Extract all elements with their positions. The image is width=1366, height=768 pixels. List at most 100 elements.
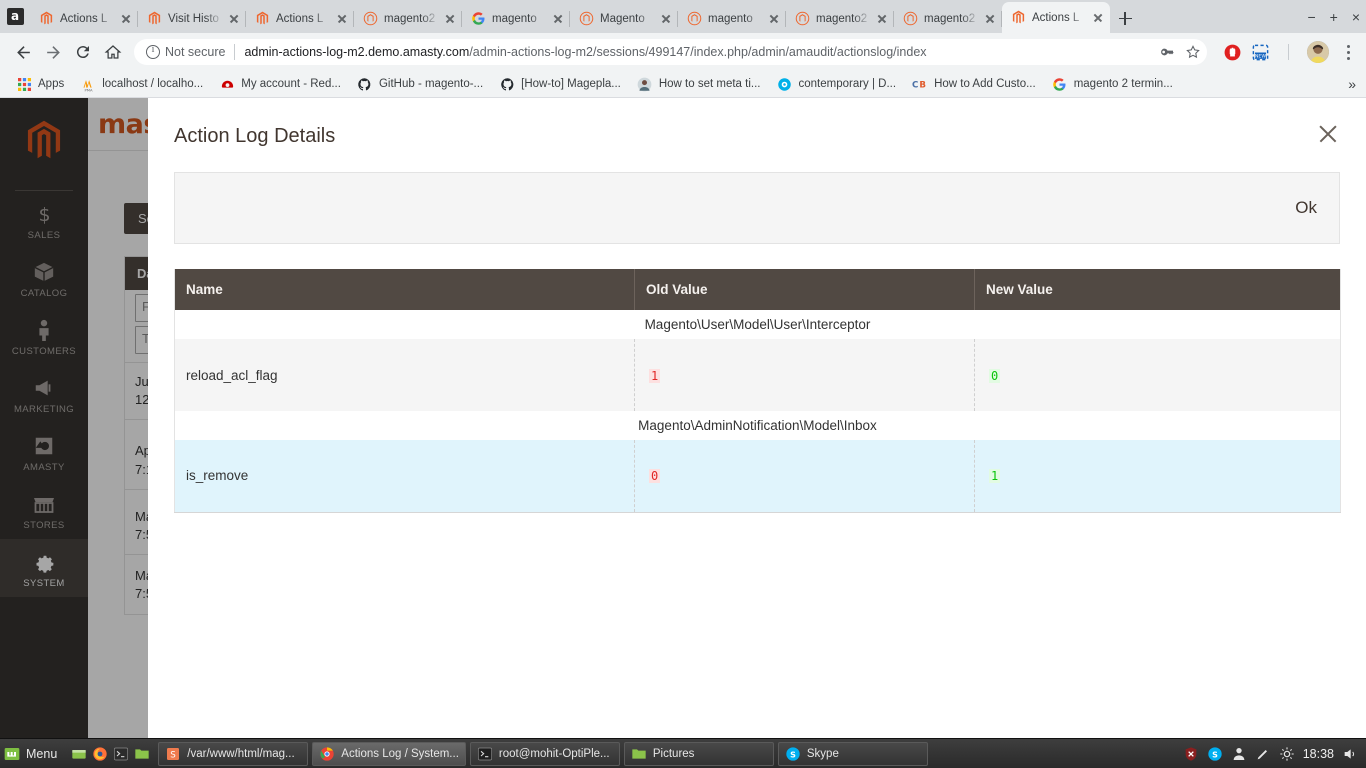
start-menu-button[interactable]: Menu [0, 740, 65, 768]
table-row[interactable]: reload_acl_flag 1 0 [174, 339, 1341, 411]
bookmark-label: How to set meta ti... [658, 78, 761, 90]
tab-title: magento2 [384, 12, 436, 25]
avatar[interactable] [1307, 41, 1329, 63]
taskbar-launchers [65, 746, 156, 762]
browser-tab-6[interactable]: magento [678, 4, 786, 33]
maximize-button[interactable]: + [1330, 10, 1338, 24]
tab-title: magento [492, 12, 537, 25]
taskbar-window-actions-log[interactable]: Actions Log / System... [312, 741, 466, 766]
brightness-icon[interactable] [1279, 746, 1295, 762]
magento-outline-icon [687, 11, 702, 26]
class-name-label: Magento\AdminNotification\Model\Inbox [174, 411, 1341, 440]
column-header-name[interactable]: Name [174, 269, 635, 310]
browser-tab-5[interactable]: Magento [570, 4, 678, 33]
omnibox-icons [1153, 44, 1201, 60]
cb-icon: CB [912, 76, 928, 92]
person-icon [637, 76, 653, 92]
browser-tab-4[interactable]: magento [462, 4, 570, 33]
magento-icon [40, 11, 53, 25]
divider [234, 44, 236, 60]
tab-close-icon[interactable] [874, 11, 890, 27]
bookmark-meta-title[interactable]: How to set meta ti... [629, 73, 769, 95]
tab-title: magento2 [816, 12, 868, 25]
folder-icon[interactable] [134, 746, 150, 762]
svg-text:S: S [790, 750, 796, 759]
user-icon[interactable] [1231, 746, 1247, 762]
browser-tab-8[interactable]: magento2 [894, 4, 1002, 33]
column-header-new-value[interactable]: New Value [974, 269, 1341, 310]
tab-close-icon[interactable] [1090, 10, 1106, 26]
tab-close-icon[interactable] [550, 11, 566, 27]
tab-close-icon[interactable] [334, 11, 350, 27]
apps-grid-icon [16, 76, 32, 92]
browser-tab-9-active[interactable]: Actions L [1002, 2, 1110, 33]
shield-icon[interactable] [1183, 746, 1199, 762]
tab-close-icon[interactable] [658, 11, 674, 27]
ok-button[interactable]: Ok [1295, 198, 1317, 218]
back-arrow-icon[interactable] [8, 37, 38, 67]
browser-tab-3[interactable]: magento2 [354, 4, 462, 33]
bookmark-label: localhost / localho... [102, 78, 204, 90]
new-value-badge: 0 [989, 368, 1001, 383]
speaker-icon[interactable] [1342, 746, 1358, 762]
phpmyadmin-icon: PMA [80, 76, 96, 92]
bookmark-magento2-terminal[interactable]: magento 2 termin... [1044, 73, 1181, 95]
github-icon [357, 76, 373, 92]
bookmark-my-account[interactable]: My account - Red... [211, 73, 349, 95]
browser-tab-7[interactable]: magento2 [786, 4, 894, 33]
browser-tab-2[interactable]: Actions L [246, 4, 354, 33]
new-badge-icon[interactable]: NEW [1251, 43, 1270, 62]
bookmark-label: How to Add Custo... [934, 78, 1036, 90]
terminal-icon[interactable] [113, 746, 129, 762]
bookmark-contemporary[interactable]: contemporary | D... [768, 73, 904, 95]
key-icon[interactable] [1159, 44, 1175, 60]
tab-close-icon[interactable] [766, 11, 782, 27]
bookmark-label: magento 2 termin... [1073, 78, 1173, 90]
taskbar-window-pictures[interactable]: Pictures [623, 741, 774, 766]
cell-new-value: 0 [974, 339, 1341, 411]
bookmark-localhost[interactable]: PMA localhost / localho... [72, 73, 211, 95]
modal-title: Action Log Details [174, 125, 336, 147]
app-badge-glyph: a [6, 8, 24, 25]
taskbar-window-skype[interactable]: S Skype [777, 741, 928, 766]
address-bar[interactable]: Not secure admin-actions-log-m2.demo.ama… [134, 39, 1207, 65]
browser-tab-1[interactable]: Visit Histo [138, 4, 246, 33]
tab-close-icon[interactable] [442, 11, 458, 27]
magento-outline-icon [795, 11, 810, 26]
star-icon[interactable] [1185, 44, 1201, 60]
window-close-button[interactable]: × [1352, 10, 1360, 24]
bookmark-label: GitHub - magento-... [378, 78, 484, 90]
new-tab-button[interactable] [1110, 4, 1140, 33]
browser-toolbar: Not secure admin-actions-log-m2.demo.ama… [0, 33, 1366, 71]
tab-title: Actions L [60, 12, 108, 25]
table-row[interactable]: is_remove 0 1 [174, 440, 1341, 512]
reload-icon[interactable] [68, 37, 98, 67]
tab-close-icon[interactable] [226, 11, 242, 27]
magento-icon [1012, 10, 1025, 24]
file-manager-icon[interactable] [71, 746, 87, 762]
bookmark-github-magento[interactable]: GitHub - magento-... [349, 73, 491, 95]
adblock-icon[interactable] [1223, 43, 1242, 62]
taskbar-window-terminal[interactable]: root@mohit-OptiPle... [469, 741, 620, 766]
tab-title: magento2 [924, 12, 976, 25]
column-header-old-value[interactable]: Old Value [634, 269, 975, 310]
pen-icon[interactable] [1255, 746, 1271, 762]
minimize-button[interactable]: − [1307, 10, 1315, 24]
forward-arrow-icon[interactable] [38, 37, 68, 67]
bookmarks-overflow-button[interactable]: » [1348, 76, 1366, 92]
tab-close-icon[interactable] [118, 11, 134, 27]
bookmark-howto-mageplaza[interactable]: [How-to] Magepla... [491, 73, 629, 95]
bookmarks-bar: Apps PMA localhost / localho... My accou… [0, 71, 1366, 98]
clock[interactable]: 18:38 [1303, 747, 1334, 761]
skype-icon[interactable]: S [1207, 746, 1223, 762]
kebab-menu-icon[interactable] [1338, 41, 1358, 63]
browser-tab-0[interactable]: Actions L [30, 4, 138, 33]
taskbar-window-var-www[interactable]: S /var/www/html/mag... [158, 741, 309, 766]
bookmark-add-custom[interactable]: CB How to Add Custo... [904, 73, 1044, 95]
close-icon[interactable] [1316, 122, 1340, 146]
cell-name: reload_acl_flag [174, 339, 635, 411]
firefox-icon[interactable] [92, 746, 108, 762]
tab-close-icon[interactable] [982, 11, 998, 27]
bookmark-apps[interactable]: Apps [8, 73, 72, 95]
home-icon[interactable] [98, 37, 128, 67]
